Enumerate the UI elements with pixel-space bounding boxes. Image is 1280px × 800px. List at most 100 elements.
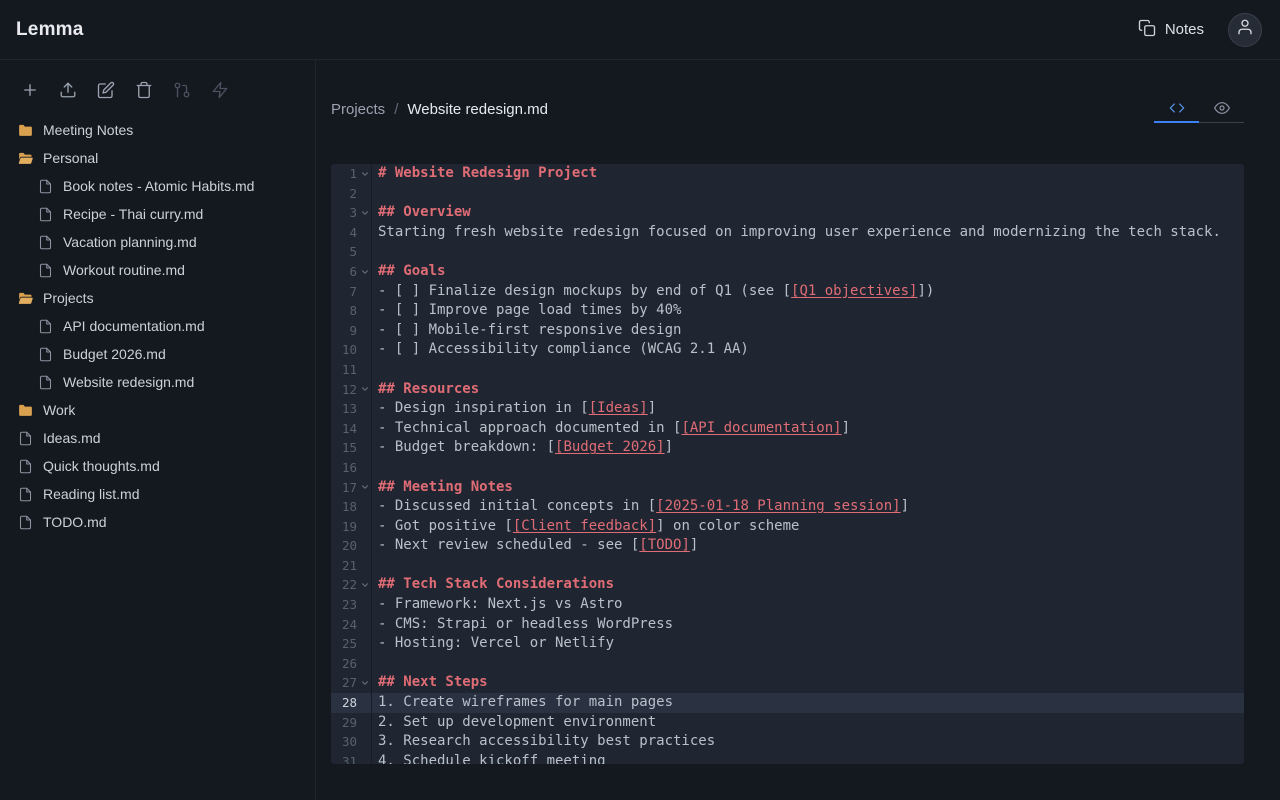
file-item-quick-thoughts-md[interactable]: Quick thoughts.md: [0, 452, 315, 480]
editor-line-19[interactable]: 19- Got positive [[Client feedback]] on …: [331, 517, 1244, 537]
wiki-link[interactable]: [Budget 2026]: [555, 439, 665, 455]
fold-gutter-spacer: [357, 184, 373, 204]
breadcrumb-parent[interactable]: Projects: [331, 101, 385, 118]
editor-line-27[interactable]: 27## Next Steps: [331, 673, 1244, 693]
wiki-link[interactable]: [2025-01-18 Planning session]: [656, 498, 900, 514]
file-item-website-redesign-md[interactable]: Website redesign.md: [0, 368, 315, 396]
file-item-reading-list-md[interactable]: Reading list.md: [0, 480, 315, 508]
notes-button[interactable]: Notes: [1128, 13, 1214, 47]
folder-item-projects[interactable]: Projects: [0, 284, 315, 312]
fold-chevron-icon[interactable]: [357, 478, 373, 498]
markdown-text: - CMS: Strapi or headless WordPress: [378, 616, 673, 632]
markdown-text: - Hosting: Vercel or Netlify: [378, 635, 614, 651]
markdown-text: 3. Research accessibility best practices: [378, 733, 715, 749]
markdown-text: - [ ] Mobile-first responsive design: [378, 322, 681, 338]
file-icon: [37, 263, 54, 278]
line-content: ## Meeting Notes: [373, 478, 513, 498]
editor-line-4[interactable]: 4Starting fresh website redesign focused…: [331, 223, 1244, 243]
editor-line-9[interactable]: 9- [ ] Mobile-first responsive design: [331, 321, 1244, 341]
editor-line-29[interactable]: 292. Set up development environment: [331, 713, 1244, 733]
editor-line-31[interactable]: 314. Schedule kickoff meeting: [331, 752, 1244, 764]
file-item-recipe-thai-curry-md[interactable]: Recipe - Thai curry.md: [0, 200, 315, 228]
editor-line-28[interactable]: 281. Create wireframes for main pages: [331, 693, 1244, 713]
markdown-text: ]: [665, 439, 673, 455]
editor-line-10[interactable]: 10- [ ] Accessibility compliance (WCAG 2…: [331, 340, 1244, 360]
wiki-link[interactable]: [Q1 objectives]: [791, 283, 917, 299]
editor-line-21[interactable]: 21: [331, 556, 1244, 576]
file-item-budget-2026-md[interactable]: Budget 2026.md: [0, 340, 315, 368]
file-item-ideas-md[interactable]: Ideas.md: [0, 424, 315, 452]
editor-line-3[interactable]: 3## Overview: [331, 203, 1244, 223]
line-content: - [ ] Mobile-first responsive design: [373, 321, 681, 341]
editor-line-6[interactable]: 6## Goals: [331, 262, 1244, 282]
import-button[interactable]: [52, 74, 84, 106]
user-avatar[interactable]: [1228, 13, 1262, 47]
editor-line-1[interactable]: 1# Website Redesign Project: [331, 164, 1244, 184]
editor-line-18[interactable]: 18- Discussed initial concepts in [[2025…: [331, 497, 1244, 517]
editor-line-13[interactable]: 13- Design inspiration in [[Ideas]]: [331, 399, 1244, 419]
editor-line-23[interactable]: 23- Framework: Next.js vs Astro: [331, 595, 1244, 615]
fold-chevron-icon[interactable]: [357, 262, 373, 282]
line-content: [373, 242, 378, 262]
fold-chevron-icon[interactable]: [357, 164, 373, 184]
editor-line-16[interactable]: 16: [331, 458, 1244, 478]
file-item-todo-md[interactable]: TODO.md: [0, 508, 315, 536]
fold-chevron-icon[interactable]: [357, 380, 373, 400]
markdown-text: - Framework: Next.js vs Astro: [378, 596, 622, 612]
fold-chevron-icon[interactable]: [357, 575, 373, 595]
fold-gutter-spacer: [357, 517, 373, 537]
editor-line-8[interactable]: 8- [ ] Improve page load times by 40%: [331, 301, 1244, 321]
line-content: [373, 556, 378, 576]
folder-item-meeting-notes[interactable]: Meeting Notes: [0, 116, 315, 144]
editor-line-5[interactable]: 5: [331, 242, 1244, 262]
file-icon: [37, 375, 54, 390]
view-tab-source[interactable]: [1154, 95, 1199, 123]
editor-line-12[interactable]: 12## Resources: [331, 380, 1244, 400]
view-tab-preview[interactable]: [1199, 95, 1244, 123]
editor-line-15[interactable]: 15- Budget breakdown: [[Budget 2026]]: [331, 438, 1244, 458]
file-icon: [37, 207, 54, 222]
wiki-link[interactable]: [API documentation]: [681, 420, 841, 436]
line-number: 14: [331, 419, 357, 439]
line-content: [373, 184, 378, 204]
line-number: 29: [331, 713, 357, 733]
wiki-link[interactable]: [Client feedback]: [513, 518, 656, 534]
folder-open-icon: [17, 150, 34, 167]
tree-item-label: TODO.md: [43, 514, 107, 530]
markdown-editor[interactable]: 1# Website Redesign Project23## Overview…: [331, 164, 1244, 764]
file-item-api-documentation-md[interactable]: API documentation.md: [0, 312, 315, 340]
editor-line-20[interactable]: 20- Next review scheduled - see [[TODO]]: [331, 536, 1244, 556]
tree-item-label: Workout routine.md: [63, 262, 185, 278]
tree-item-label: Projects: [43, 290, 94, 306]
line-number: 30: [331, 732, 357, 752]
wiki-link[interactable]: [TODO]: [639, 537, 690, 553]
app-title: Lemma: [16, 19, 84, 41]
file-item-vacation-planning-md[interactable]: Vacation planning.md: [0, 228, 315, 256]
content-top-bar: Projects / Website redesign.md: [331, 94, 1244, 124]
file-item-workout-routine-md[interactable]: Workout routine.md: [0, 256, 315, 284]
editor-line-11[interactable]: 11: [331, 360, 1244, 380]
editor-line-30[interactable]: 30 3. Research accessibility best practic…: [331, 732, 1244, 752]
fold-chevron-icon[interactable]: [357, 203, 373, 223]
line-number: 3: [331, 203, 357, 223]
editor-line-22[interactable]: 22## Tech Stack Considerations: [331, 575, 1244, 595]
editor-line-2[interactable]: 2: [331, 184, 1244, 204]
new-note-button[interactable]: [14, 74, 46, 106]
editor-line-26[interactable]: 26: [331, 654, 1244, 674]
line-number: 22: [331, 575, 357, 595]
delete-note-button[interactable]: [128, 74, 160, 106]
editor-line-7[interactable]: 7- [ ] Finalize design mockups by end of…: [331, 282, 1244, 302]
editor-line-17[interactable]: 17## Meeting Notes: [331, 478, 1244, 498]
line-number: 6: [331, 262, 357, 282]
folder-item-work[interactable]: Work: [0, 396, 315, 424]
file-item-book-notes-atomic-habits-md[interactable]: Book notes - Atomic Habits.md: [0, 172, 315, 200]
editor-line-25[interactable]: 25- Hosting: Vercel or Netlify: [331, 634, 1244, 654]
fold-gutter-spacer: [357, 615, 373, 635]
markdown-text: - Budget breakdown: [: [378, 439, 555, 455]
fold-chevron-icon[interactable]: [357, 673, 373, 693]
wiki-link[interactable]: [Ideas]: [589, 400, 648, 416]
edit-note-button[interactable]: [90, 74, 122, 106]
editor-line-14[interactable]: 14- Technical approach documented in [[A…: [331, 419, 1244, 439]
folder-item-personal[interactable]: Personal: [0, 144, 315, 172]
editor-line-24[interactable]: 24- CMS: Strapi or headless WordPress: [331, 615, 1244, 635]
